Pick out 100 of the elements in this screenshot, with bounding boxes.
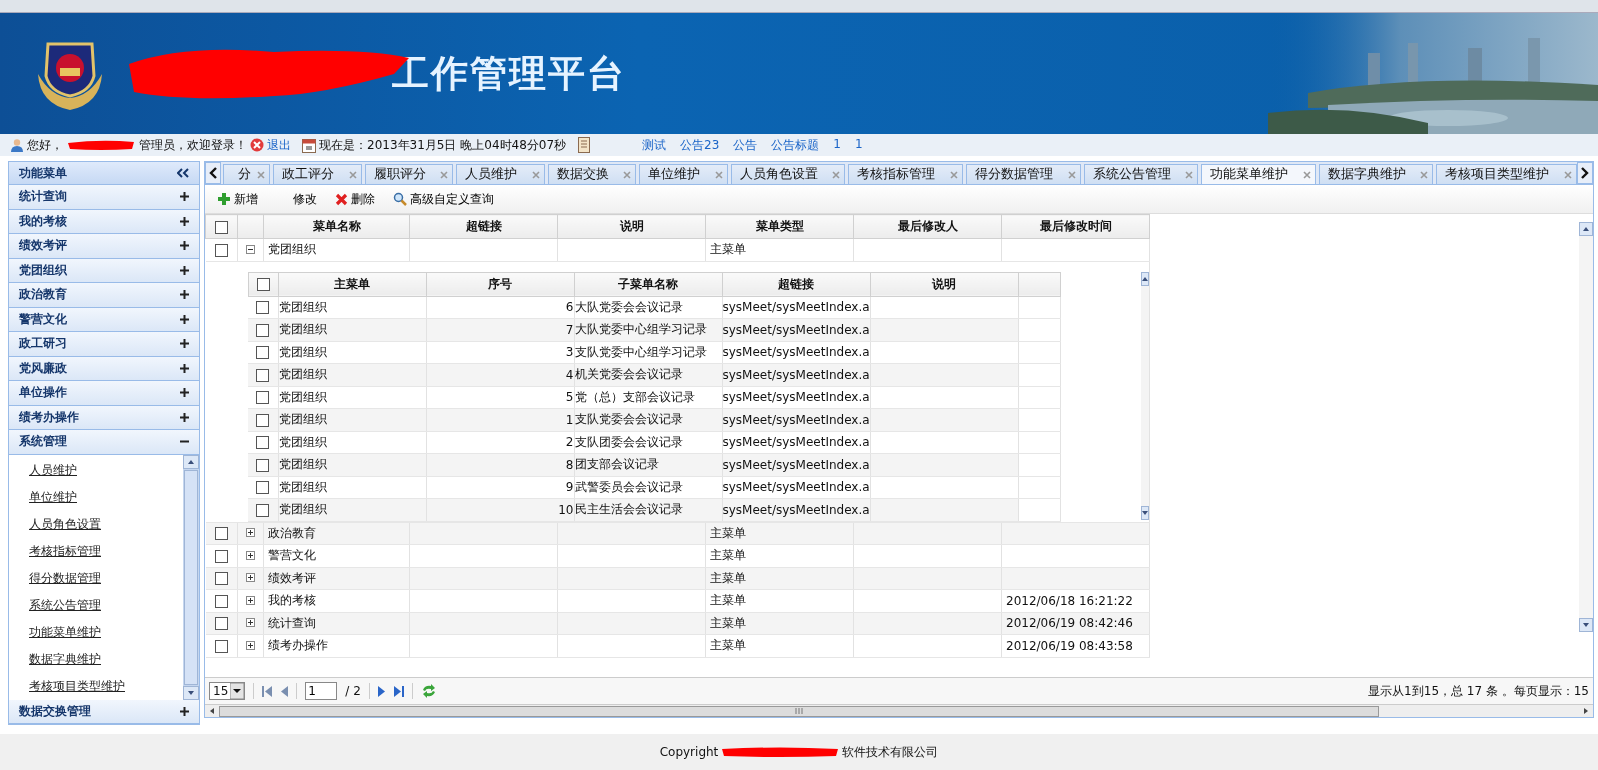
- tab[interactable]: 单位维护: [639, 164, 728, 184]
- tab[interactable]: 功能菜单维护: [1201, 164, 1316, 184]
- scrollbar[interactable]: [1579, 222, 1593, 632]
- delete-button[interactable]: 删除: [329, 188, 381, 210]
- previous-page-icon[interactable]: [280, 685, 289, 697]
- sidebar-link[interactable]: 人员维护: [9, 457, 183, 485]
- notice-link[interactable]: 公告: [733, 136, 758, 154]
- column-header[interactable]: 最后修改时间: [1001, 214, 1150, 239]
- sidebar-category[interactable]: 统计查询: [9, 185, 199, 210]
- row-checkbox[interactable]: [214, 572, 228, 586]
- expand-icon[interactable]: [246, 573, 255, 583]
- column-header[interactable]: 最后修改人: [853, 214, 1002, 239]
- row-checkbox[interactable]: [214, 639, 228, 653]
- tab[interactable]: 系统公告管理: [1083, 164, 1199, 184]
- sidebar-category[interactable]: 数据交换管理: [9, 699, 199, 724]
- column-header[interactable]: 序号: [426, 272, 574, 296]
- tab[interactable]: 履职评分: [364, 164, 454, 184]
- scrollbar[interactable]: [1140, 271, 1149, 520]
- row-checkbox[interactable]: [214, 243, 228, 257]
- page-number-field[interactable]: 1: [305, 682, 338, 700]
- tab[interactable]: 数据交换: [547, 164, 637, 184]
- sidebar-link[interactable]: 单位维护: [9, 484, 183, 512]
- tab[interactable]: 考核项目类型维护: [1436, 164, 1577, 184]
- sidebar-link[interactable]: 人员角色设置: [9, 511, 183, 539]
- column-header[interactable]: 子菜单名称: [574, 272, 722, 296]
- column-header[interactable]: 主菜单: [278, 272, 426, 296]
- expand-icon[interactable]: [246, 640, 255, 650]
- column-header[interactable]: 说明: [870, 272, 1018, 296]
- notice-link[interactable]: 公告标题: [771, 136, 820, 154]
- sidebar-category[interactable]: 警营文化: [9, 307, 199, 332]
- first-page-icon[interactable]: [262, 685, 273, 697]
- close-icon[interactable]: [1302, 170, 1311, 179]
- row-checkbox[interactable]: [214, 527, 228, 541]
- edit-button[interactable]: 修改: [270, 188, 323, 210]
- expand-icon[interactable]: [246, 550, 255, 560]
- row-checkbox[interactable]: [256, 503, 270, 517]
- page-size-select[interactable]: 15: [209, 682, 246, 700]
- last-page-icon[interactable]: [393, 685, 404, 697]
- scrollbar[interactable]: [205, 704, 1593, 717]
- tab[interactable]: 人员角色设置: [730, 164, 846, 184]
- refresh-icon[interactable]: [420, 684, 437, 698]
- sidebar-link[interactable]: 得分数据管理: [9, 565, 183, 592]
- row-checkbox[interactable]: [214, 549, 228, 563]
- row-checkbox[interactable]: [256, 391, 270, 405]
- sidebar-link[interactable]: 功能菜单维护: [9, 618, 183, 646]
- sidebar-category[interactable]: 绩效考评: [9, 234, 199, 259]
- query-button[interactable]: 高级自定义查询: [387, 188, 500, 210]
- sidebar-category[interactable]: 政工研习: [9, 332, 199, 357]
- scrollbar[interactable]: [183, 454, 199, 700]
- row-checkbox[interactable]: [256, 436, 270, 450]
- sidebar-category[interactable]: 党风廉政: [9, 356, 199, 381]
- tab[interactable]: 人员维护: [456, 164, 545, 184]
- chevron-right-icon[interactable]: [1581, 167, 1589, 179]
- collapse-icon[interactable]: [246, 244, 255, 254]
- tab[interactable]: 考核指标管理: [848, 164, 964, 184]
- sidebar-link[interactable]: 考核指标管理: [9, 538, 183, 566]
- sidebar-category[interactable]: 政治教育: [9, 283, 199, 308]
- sidebar-link[interactable]: 系统公告管理: [9, 591, 183, 619]
- select-all-checkbox[interactable]: [256, 278, 270, 291]
- row-checkbox[interactable]: [256, 413, 270, 427]
- sidebar-category[interactable]: 单位操作: [9, 381, 199, 406]
- row-checkbox[interactable]: [256, 323, 270, 337]
- dropdown-arrow-icon[interactable]: [230, 683, 245, 699]
- next-page-icon[interactable]: [377, 685, 386, 697]
- sidebar-link[interactable]: 数据字典维护: [9, 645, 183, 673]
- scroll-left-button[interactable]: [205, 162, 221, 184]
- expand-icon[interactable]: [246, 528, 255, 538]
- sidebar-category[interactable]: 党团组织: [9, 258, 199, 283]
- sidebar-category[interactable]: 我的考核: [9, 209, 199, 234]
- notice-link[interactable]: 1: [833, 136, 841, 154]
- expand-icon[interactable]: [246, 595, 255, 605]
- scroll-right-button[interactable]: [1577, 162, 1593, 184]
- row-checkbox[interactable]: [214, 594, 228, 608]
- notice-link[interactable]: 测试: [642, 136, 667, 154]
- row-checkbox[interactable]: [214, 617, 228, 631]
- row-checkbox[interactable]: [256, 368, 270, 382]
- row-checkbox[interactable]: [256, 346, 270, 360]
- tab[interactable]: 数据字典维护: [1318, 164, 1434, 184]
- row-checkbox[interactable]: [256, 481, 270, 495]
- row-checkbox[interactable]: [256, 458, 270, 472]
- expand-icon[interactable]: [246, 618, 255, 628]
- column-header[interactable]: 菜单类型: [705, 214, 854, 239]
- grip-icon[interactable]: [795, 708, 803, 714]
- column-header[interactable]: 超链接: [722, 272, 870, 296]
- tab[interactable]: 分: [223, 164, 270, 184]
- sidebar-category[interactable]: 绩考办操作: [9, 405, 199, 430]
- sidebar-category[interactable]: 系统管理: [9, 430, 199, 455]
- tab[interactable]: 政工评分: [273, 164, 362, 184]
- tab[interactable]: 得分数据管理: [966, 164, 1081, 184]
- logout-link[interactable]: 退出: [267, 136, 291, 154]
- notice-link[interactable]: 公告23: [680, 136, 720, 154]
- row-checkbox[interactable]: [256, 301, 270, 315]
- chevron-left-icon[interactable]: [209, 167, 217, 179]
- add-button[interactable]: 新增: [211, 188, 264, 210]
- notice-link[interactable]: 1: [855, 136, 863, 154]
- sidebar-link[interactable]: 考核项目类型维护: [9, 672, 183, 700]
- select-all-checkbox[interactable]: [215, 220, 228, 234]
- column-header[interactable]: 菜单名称: [263, 214, 410, 239]
- column-header[interactable]: 说明: [557, 214, 706, 239]
- collapse-sidebar-icon[interactable]: [177, 168, 189, 178]
